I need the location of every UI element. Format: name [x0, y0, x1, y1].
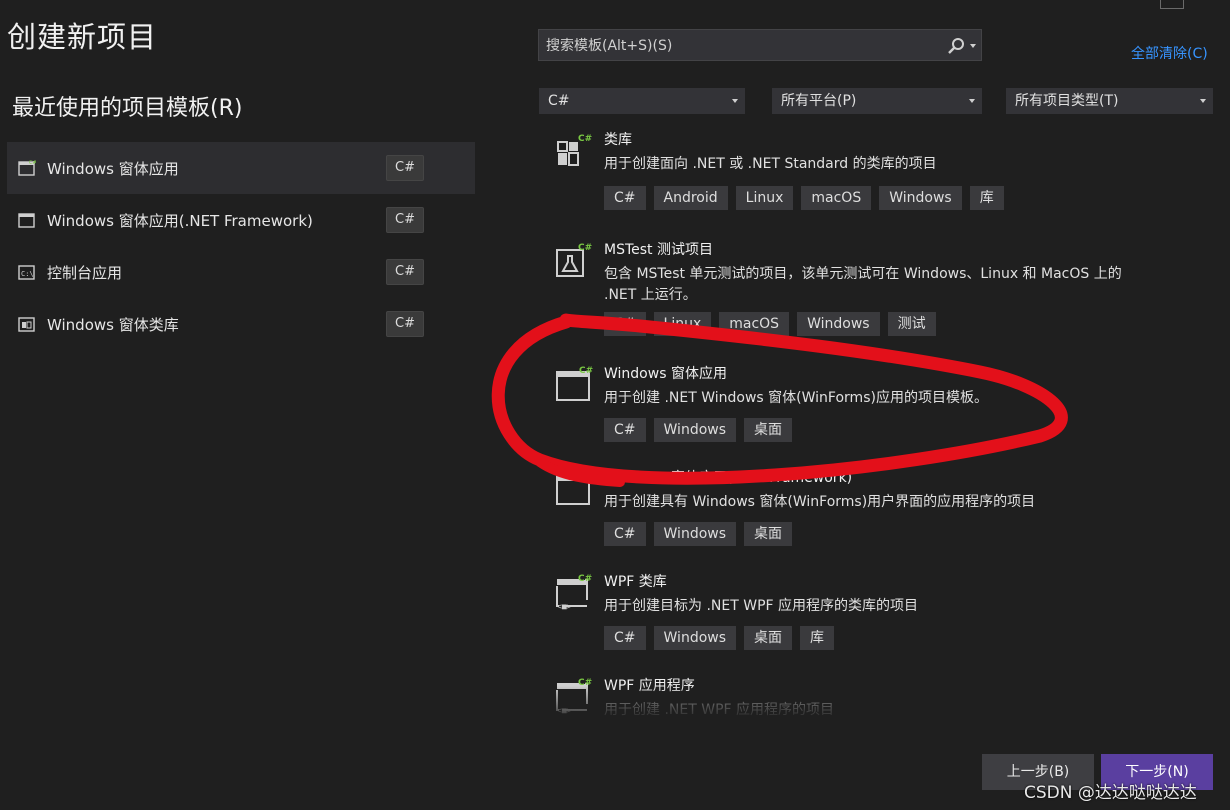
template-description: 包含 MSTest 单元测试的项目，该单元测试可在 Windows、Linux … — [604, 266, 1122, 303]
svg-text:C#: C# — [579, 366, 593, 376]
wpf-library-icon: <■> C# — [556, 574, 592, 611]
template-description: 用于创建 .NET Windows 窗体(WinForms)应用的项目模板。 — [604, 390, 988, 406]
template-tags: C# Windows 桌面 库 — [604, 626, 835, 650]
language-filter[interactable]: C# — [539, 88, 745, 114]
page-title: 创建新项目 — [7, 20, 158, 54]
svg-text:C#: C# — [578, 574, 592, 584]
template-item-mstest[interactable]: C# MSTest 测试项目 包含 MSTest 单元测试的项目，该单元测试可在… — [540, 234, 1220, 344]
window-app-icon — [18, 213, 35, 228]
create-project-dialog: 创建新项目 最近使用的项目模板(R) C# Windows 窗体应用 C# Wi… — [0, 0, 1230, 810]
tag: Linux — [653, 312, 712, 336]
tag: Android — [653, 186, 728, 210]
window-app-icon — [556, 475, 590, 505]
watermark: CSDN @达达哒哒达达 — [1024, 783, 1197, 803]
tag: Linux — [735, 186, 794, 210]
language-badge: C# — [386, 311, 424, 337]
tag: 桌面 — [744, 626, 793, 650]
recent-item-console-app[interactable]: C:\ 控制台应用 C# — [7, 246, 475, 298]
test-flask-icon: C# — [556, 243, 592, 277]
tag: C# — [604, 418, 646, 442]
svg-text:<■>: <■> — [557, 602, 572, 611]
console-app-icon: C:\ — [18, 265, 35, 280]
project-type-filter-value: 所有项目类型(T) — [1015, 93, 1119, 109]
language-badge: C# — [386, 207, 424, 233]
template-item-wpf-library[interactable]: <■> C# WPF 类库 用于创建目标为 .NET WPF 应用程序的类库的项目… — [540, 566, 1220, 666]
project-type-filter[interactable]: 所有项目类型(T) — [1006, 88, 1213, 114]
tag: Windows — [797, 312, 880, 336]
recent-item-label: 控制台应用 — [47, 264, 123, 282]
svg-text:C#: C# — [29, 160, 36, 166]
template-description: 用于创建面向 .NET 或 .NET Standard 的类库的项目 — [604, 156, 937, 172]
recent-item-winforms-framework[interactable]: Windows 窗体应用(.NET Framework) C# — [7, 194, 475, 246]
template-name: Windows 窗体应用(.NET Framework) — [604, 470, 853, 486]
tag: C# — [604, 522, 646, 546]
recent-item-label: Windows 窗体应用(.NET Framework) — [47, 212, 313, 230]
chevron-down-icon — [1200, 99, 1206, 103]
tag: C# — [604, 312, 646, 336]
template-name: WPF 应用程序 — [604, 678, 695, 694]
platform-filter-value: 所有平台(P) — [781, 93, 857, 109]
language-badge: C# — [386, 259, 424, 285]
search-input[interactable] — [544, 34, 938, 58]
template-item-winforms[interactable]: C# Windows 窗体应用 用于创建 .NET Windows 窗体(Win… — [540, 358, 1220, 454]
tag: 桌面 — [744, 418, 793, 442]
template-item-wpf-app[interactable]: <■> C# WPF 应用程序 用于创建 .NET WPF 应用程序的项目 — [540, 670, 1220, 716]
recent-item-winforms-library[interactable]: Windows 窗体类库 C# — [7, 298, 475, 350]
chevron-down-icon[interactable] — [970, 44, 976, 48]
recent-templates-heading: 最近使用的项目模板(R) — [12, 96, 243, 121]
window-app-icon: C# — [556, 366, 593, 401]
tag: 测试 — [887, 312, 936, 336]
template-name: Windows 窗体应用 — [604, 366, 727, 382]
svg-text:C:\: C:\ — [21, 270, 34, 278]
platform-filter[interactable]: 所有平台(P) — [772, 88, 982, 114]
clear-all-link[interactable]: 全部清除(C) — [1131, 43, 1208, 63]
template-item-winforms-framework[interactable]: Windows 窗体应用(.NET Framework) 用于创建具有 Wind… — [540, 462, 1220, 558]
tag: C# — [604, 186, 646, 210]
template-description: 用于创建 .NET WPF 应用程序的项目 — [604, 702, 835, 716]
tag: Windows — [879, 186, 962, 210]
language-badge: C# — [386, 155, 424, 181]
template-tags: C# Windows 桌面 — [604, 522, 793, 546]
svg-text:C#: C# — [578, 678, 592, 688]
template-tags: C# Android Linux macOS Windows 库 — [604, 186, 1004, 210]
chevron-down-icon — [969, 99, 975, 103]
language-filter-value: C# — [548, 93, 570, 109]
class-library-icon — [18, 317, 35, 332]
tag: 库 — [800, 626, 835, 650]
tag: 桌面 — [744, 522, 793, 546]
recent-item-label: Windows 窗体类库 — [47, 316, 179, 334]
template-name: WPF 类库 — [604, 574, 667, 590]
template-list: C# 类库 用于创建面向 .NET 或 .NET Standard 的类库的项目… — [540, 126, 1220, 716]
tag: Windows — [653, 418, 737, 442]
recent-item-label: Windows 窗体应用 — [47, 160, 179, 178]
template-description: 用于创建目标为 .NET WPF 应用程序的类库的项目 — [604, 598, 919, 614]
tag: 库 — [969, 186, 1004, 210]
tag: C# — [604, 626, 646, 650]
svg-text:<■>: <■> — [557, 706, 572, 715]
template-search-box[interactable] — [538, 29, 982, 61]
window-control-edge — [1160, 0, 1184, 9]
window-app-icon: C# — [18, 160, 36, 176]
class-library-icon: C# — [557, 134, 592, 166]
tag: Windows — [653, 626, 737, 650]
template-name: 类库 — [604, 132, 632, 148]
search-icon[interactable] — [947, 37, 965, 55]
svg-text:C#: C# — [578, 134, 592, 144]
template-tags: C# Linux macOS Windows 测试 — [604, 312, 936, 336]
recent-item-winforms[interactable]: C# Windows 窗体应用 C# — [7, 142, 475, 194]
recent-templates-list: C# Windows 窗体应用 C# Windows 窗体应用(.NET Fra… — [7, 142, 475, 350]
template-item-class-library[interactable]: C# 类库 用于创建面向 .NET 或 .NET Standard 的类库的项目… — [540, 126, 1220, 224]
template-tags: C# Windows 桌面 — [604, 418, 793, 442]
tag: macOS — [801, 186, 872, 210]
wpf-app-icon: <■> C# — [556, 678, 592, 715]
chevron-down-icon — [732, 99, 738, 103]
svg-text:C#: C# — [578, 243, 592, 253]
template-description: 用于创建具有 Windows 窗体(WinForms)用户界面的应用程序的项目 — [604, 494, 1036, 510]
tag: Windows — [653, 522, 737, 546]
tag: macOS — [719, 312, 790, 336]
template-name: MSTest 测试项目 — [604, 242, 713, 258]
